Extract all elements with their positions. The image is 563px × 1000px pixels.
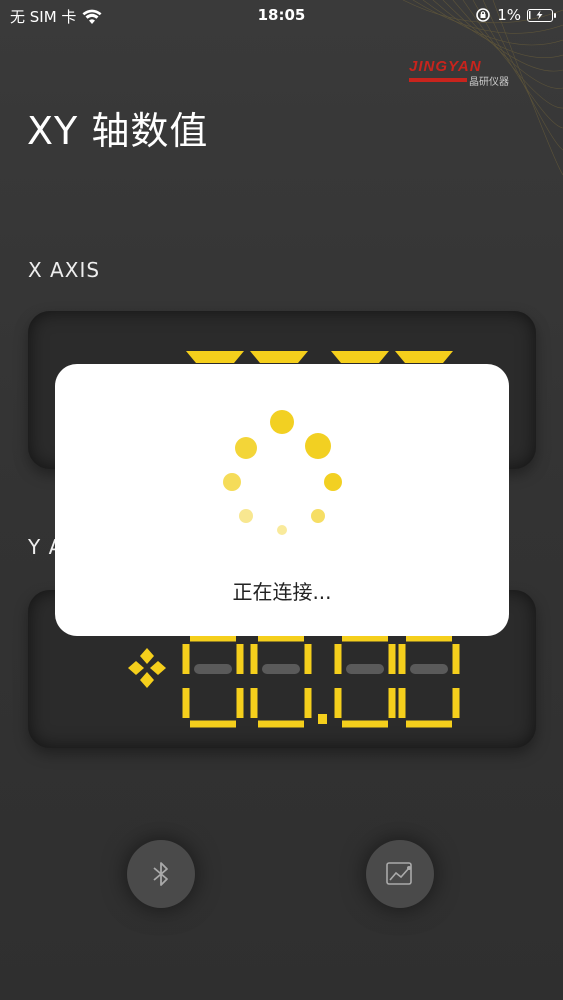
bluetooth-button[interactable] (127, 840, 195, 908)
loading-spinner-icon (223, 410, 342, 535)
status-right: 1% (475, 6, 556, 24)
logo-cn: 晶研仪器 (469, 77, 509, 88)
orientation-lock-icon (476, 8, 491, 22)
battery-percent: 1% (497, 6, 521, 24)
chart-button[interactable] (366, 840, 434, 908)
logo-bar (409, 78, 467, 82)
status-bar: 无 SIM 卡 18:05 1% (0, 0, 563, 32)
bluetooth-icon (153, 862, 168, 886)
brand-logo: JINGYAN 晶研仪器 (409, 58, 519, 90)
app-screen: 无 SIM 卡 18:05 1% JINGYAN 晶研仪器 XY 轴数值 X A… (0, 0, 563, 1000)
battery-icon (527, 8, 556, 22)
x-axis-label: X AXIS (28, 258, 101, 282)
plus-minus-sign-icon (128, 648, 166, 688)
page-title: XY 轴数值 (27, 109, 209, 153)
chart-icon (386, 862, 412, 885)
connecting-dialog: 正在连接... (55, 364, 509, 636)
dialog-message: 正在连接... (232, 580, 332, 604)
